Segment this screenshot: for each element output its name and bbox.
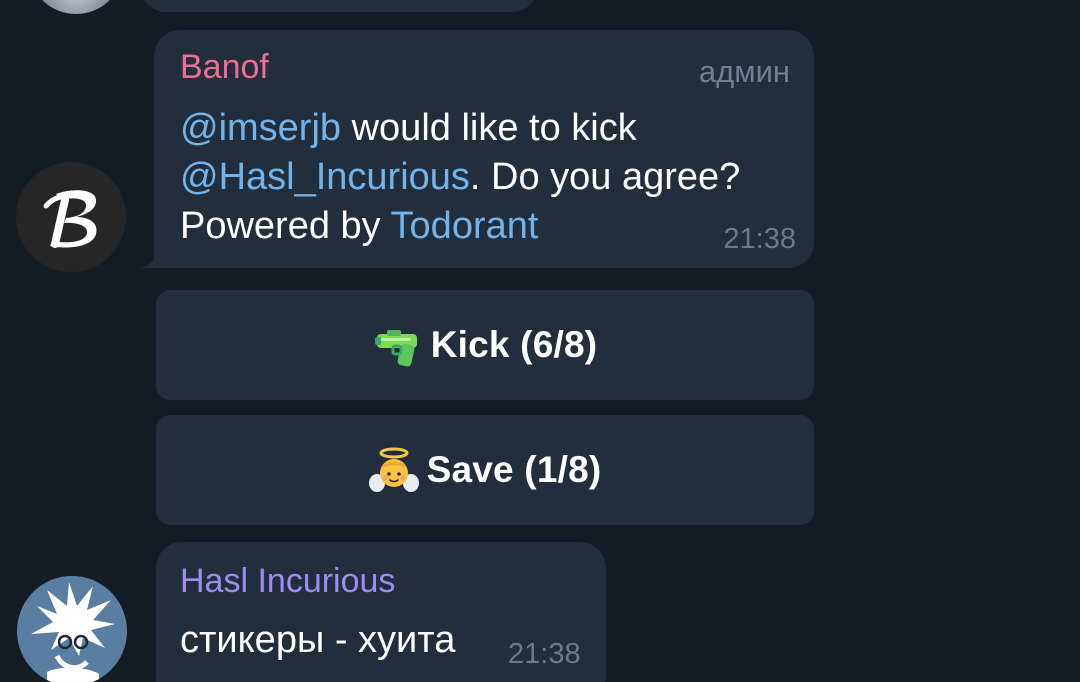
message-line-3: Powered by Todorant bbox=[180, 202, 790, 251]
message-time: 21:38 bbox=[508, 638, 581, 670]
previous-message-avatar[interactable] bbox=[26, 0, 126, 14]
save-vote-button[interactable]: Save (1/8) bbox=[156, 415, 814, 525]
message-text-part: . Do you agree? bbox=[469, 156, 741, 198]
chat-view: Banof админ @imserjb would like to kick … bbox=[0, 0, 1080, 682]
sender-name[interactable]: Banof bbox=[180, 48, 269, 87]
bubble-tail bbox=[140, 246, 162, 268]
message-bubble-hasl-incurious[interactable]: Hasl Incurious стикеры - хуита 21:38 bbox=[156, 542, 606, 682]
b-letter-logo-icon bbox=[16, 162, 126, 272]
message-time: 21:38 bbox=[723, 223, 796, 255]
save-button-label: Save (1/8) bbox=[426, 449, 602, 490]
message-line-2: @Hasl_Incurious. Do you agree? bbox=[180, 153, 790, 202]
avatar-hasl-incurious[interactable] bbox=[17, 576, 127, 682]
kick-vote-button[interactable]: Kick (6/8) bbox=[156, 290, 814, 400]
avatar-banof[interactable] bbox=[16, 162, 126, 272]
spiky-hair-character-icon bbox=[17, 576, 127, 682]
previous-message-bubble[interactable] bbox=[140, 0, 538, 12]
message-text-part: would like to kick bbox=[341, 107, 637, 149]
message-text-part: Powered by bbox=[180, 205, 391, 247]
mention-link[interactable]: @Hasl_Incurious bbox=[180, 156, 470, 198]
water-pistol-icon bbox=[373, 320, 423, 370]
todorant-link[interactable]: Todorant bbox=[391, 205, 539, 247]
message-text: @imserjb would like to kick @Hasl_Incuri… bbox=[180, 104, 790, 251]
kick-button-label: Kick (6/8) bbox=[430, 324, 598, 365]
message-line-1: @imserjb would like to kick bbox=[180, 104, 790, 153]
admin-badge: админ bbox=[698, 54, 790, 89]
mention-link[interactable]: @imserjb bbox=[180, 107, 341, 149]
message-text: стикеры - хуита bbox=[180, 619, 456, 661]
message-bubble-banof[interactable]: Banof админ @imserjb would like to kick … bbox=[154, 30, 814, 268]
sender-name[interactable]: Hasl Incurious bbox=[180, 562, 395, 601]
angel-baby-icon bbox=[368, 445, 419, 495]
